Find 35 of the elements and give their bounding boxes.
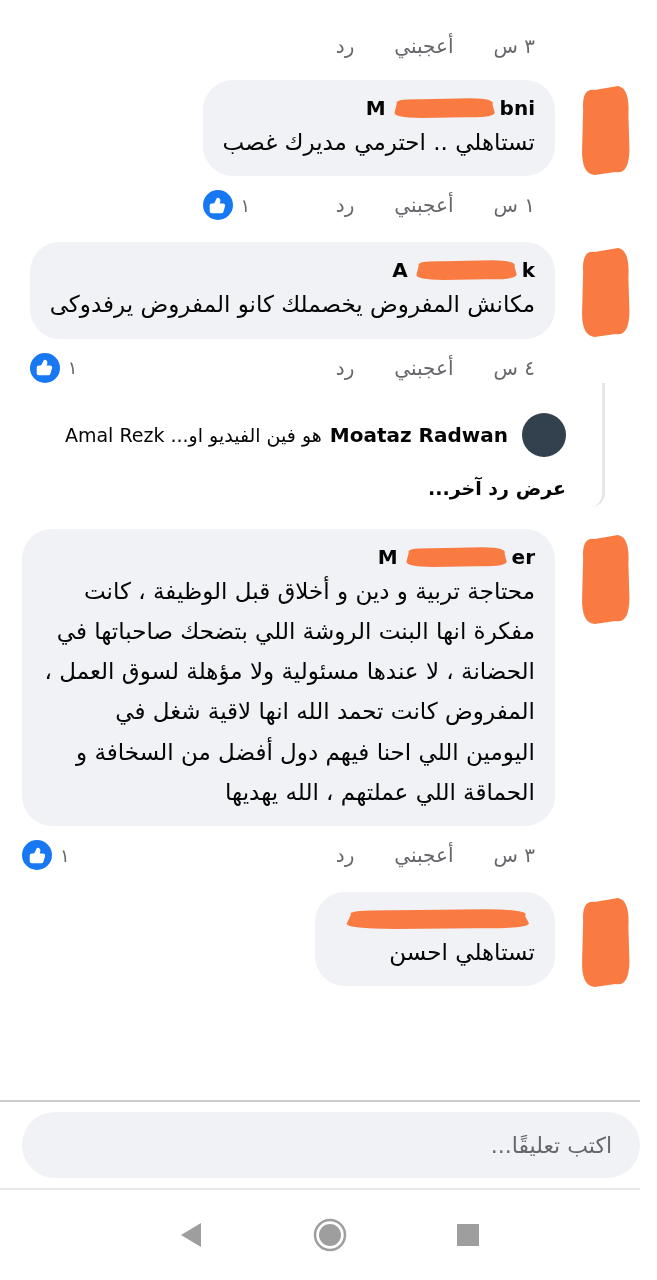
reply-link[interactable]: رد xyxy=(335,843,355,867)
reply-text: هو فين الفيديو او... Amal Rezk xyxy=(64,423,322,446)
reply-author[interactable]: Moataz Radwan xyxy=(329,422,508,447)
comment-time: ٤ س xyxy=(493,355,535,380)
like-link[interactable]: أعجبني xyxy=(394,34,454,58)
comment-input[interactable]: اكتب تعليقًا... xyxy=(22,1112,640,1178)
comment-text: محتاجة تربية و دين و أخلاق قبل الوظيفة ، كانت مفكرة انها البنت الروشة اللي بتضحك صاحباتها في الحضانة ، لا عندها مسئولية ولا مؤهلة لسوق العمل ، المفروض كانت تحمد الله انها لاقية شغل في اليومين اللي احنا فيهم دول أفضل من السخافة و الحماقة اللي عملتهم ، الله يهديها xyxy=(43,575,535,808)
author-name[interactable]: bni xyxy=(499,96,535,120)
like-link[interactable]: أعجبني xyxy=(394,355,454,380)
author-name[interactable]: M xyxy=(365,96,386,120)
reply-link[interactable]: رد xyxy=(335,34,355,58)
author-name[interactable]: M xyxy=(377,544,398,569)
author-name[interactable]: er xyxy=(511,544,535,569)
reaction-count: ١ xyxy=(60,844,70,866)
home-icon[interactable] xyxy=(312,1218,347,1252)
recents-icon[interactable] xyxy=(456,1224,479,1246)
comment-text: تستاهلي .. احترمي مديرك غصب xyxy=(222,128,535,158)
reaction-count: ١ xyxy=(240,194,251,216)
like-reaction-icon xyxy=(29,352,60,383)
like-reaction-icon xyxy=(202,190,233,221)
comment-time: ٣ س xyxy=(493,843,535,867)
like-reaction-icon xyxy=(22,840,52,870)
like-link[interactable]: أعجبني xyxy=(394,843,454,867)
author-name[interactable]: A xyxy=(392,258,408,283)
comment-time: ٣ س xyxy=(493,34,535,58)
comment-text: تستاهلي احسن xyxy=(389,938,535,968)
comment-text: مكانش المفروض يخصملك كانو المفروض يرفدوكى xyxy=(49,290,535,320)
like-link[interactable]: أعجبني xyxy=(394,193,454,218)
comment-time: ١ س xyxy=(493,193,535,218)
reply-link[interactable]: رد xyxy=(335,193,355,218)
avatar[interactable] xyxy=(522,412,566,457)
author-name[interactable]: k xyxy=(521,258,535,283)
reaction-count: ١ xyxy=(67,357,78,378)
reply-link[interactable]: رد xyxy=(335,355,355,380)
more-replies-link[interactable]: عرض رد آخر... xyxy=(64,476,566,507)
